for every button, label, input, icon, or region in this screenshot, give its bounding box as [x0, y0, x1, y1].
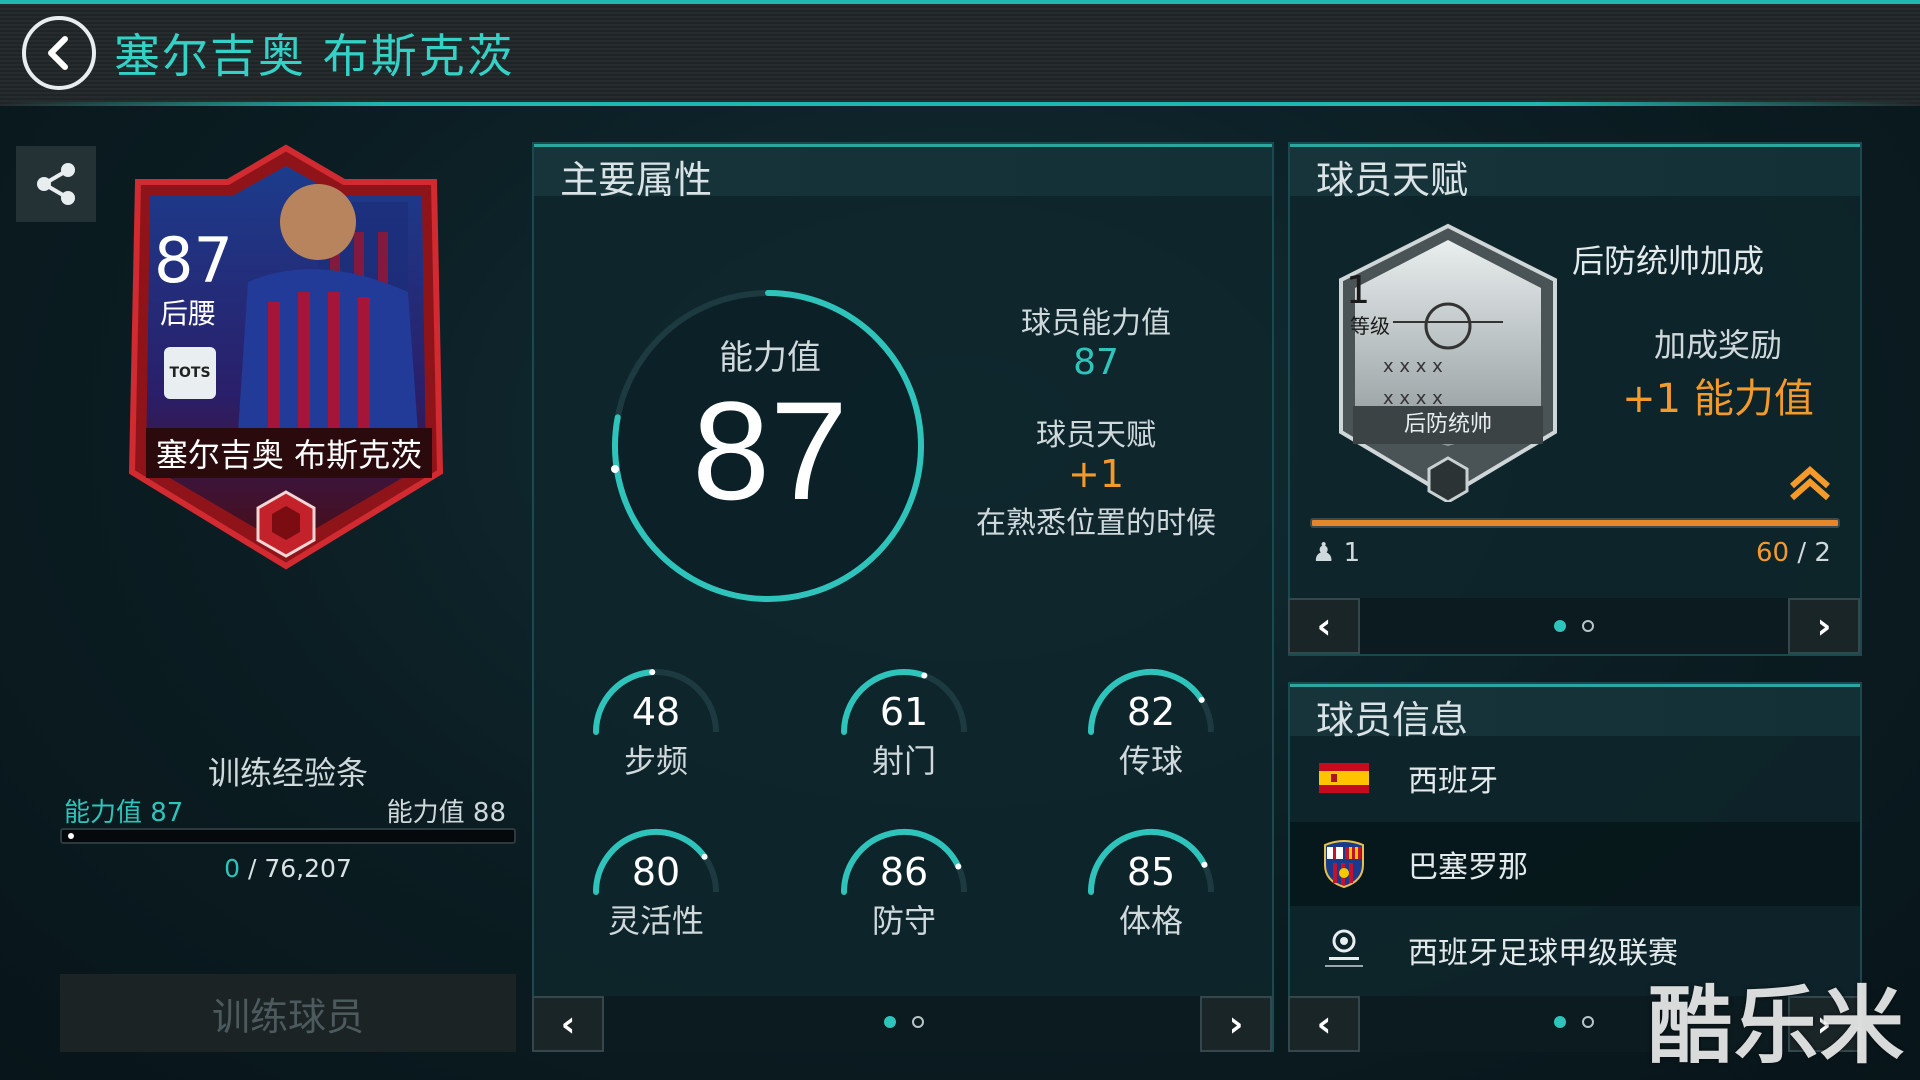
talent-level-value: 1	[1343, 538, 1361, 568]
talent-next-button[interactable]: ›	[1788, 598, 1860, 654]
talent-progress-current: 60	[1756, 538, 1790, 568]
stat-gauge-marker	[649, 669, 656, 676]
overall-value: 87	[692, 372, 848, 529]
player-rating-label: 球员能力值	[1021, 306, 1171, 341]
stat-label: 射门	[871, 742, 936, 780]
attributes-page-dots	[884, 1016, 924, 1028]
talent-progress-separator: /	[1789, 538, 1815, 568]
training-progress-bar	[60, 828, 516, 844]
laliga-logo-icon	[1314, 925, 1374, 975]
stat-passing: 82 传球	[1081, 664, 1221, 784]
talent-prev-button[interactable]: ‹	[1288, 598, 1360, 654]
stat-value: 86	[879, 850, 929, 894]
chevron-left-icon: ‹	[1316, 1003, 1332, 1045]
club-name: 巴塞罗那	[1408, 850, 1528, 885]
training-title: 训练经验条	[207, 754, 368, 792]
stat-value: 80	[631, 850, 681, 894]
info-row-club[interactable]: 巴塞罗那	[1290, 822, 1860, 906]
stat-label: 灵活性	[607, 902, 704, 940]
attributes-header: 主要属性	[534, 144, 1272, 202]
top-bar-divider	[0, 102, 1920, 106]
talent-bonus-label: 加成奖励	[1653, 326, 1782, 364]
talent-progress-bar	[1310, 518, 1840, 528]
training-xp-separator: /	[240, 854, 265, 883]
stat-agility: 80 灵活性	[586, 824, 726, 944]
talent-level-left: ♟ 1	[1312, 538, 1360, 568]
barcelona-crest-icon	[1314, 839, 1374, 889]
training-progress-marker	[68, 833, 74, 839]
talent-page-dots	[1554, 620, 1594, 632]
attributes-prev-button[interactable]: ‹	[532, 996, 604, 1052]
chevron-left-icon: ‹	[560, 1003, 576, 1045]
stat-defending: 86 防守	[834, 824, 974, 944]
back-button[interactable]	[22, 16, 96, 90]
talent-progress-total: 2	[1814, 538, 1831, 568]
stat-pace: 48 步频	[586, 664, 726, 784]
page-dot-active[interactable]	[1554, 620, 1566, 632]
talent-progress-value: 60 / 2	[1756, 538, 1831, 568]
attributes-next-button[interactable]: ›	[1200, 996, 1272, 1052]
page-dot-active[interactable]	[1554, 1016, 1566, 1028]
training-next-rating: 能力值 88	[386, 798, 506, 828]
stat-value: 48	[631, 690, 681, 734]
info-row-nation[interactable]: 西班牙	[1290, 736, 1860, 820]
tots-badge-icon: TOTS	[164, 347, 216, 399]
spain-flag-icon	[1314, 753, 1374, 803]
train-player-button[interactable]: 训练球员	[60, 974, 516, 1052]
stat-label: 步频	[623, 742, 688, 780]
training-xp-current: 0	[224, 854, 241, 883]
stat-physical: 85 体格	[1081, 824, 1221, 944]
info-page-dots	[1554, 1016, 1594, 1028]
league-name: 西班牙足球甲级联赛	[1408, 936, 1678, 971]
talent-name: 后防统帅加成	[1572, 242, 1765, 280]
stat-value: 85	[1126, 850, 1176, 894]
talent-badge-level: 1	[1346, 268, 1371, 312]
player-talent-condition: 在熟悉位置的时候	[976, 506, 1216, 541]
training-progress-value: 0 / 76,207	[0, 854, 576, 883]
card-position: 后腰	[160, 297, 217, 330]
stat-label: 传球	[1118, 742, 1183, 780]
card-rating: 87	[154, 224, 233, 297]
player-rating-value: 87	[1073, 342, 1119, 383]
chevron-left-icon	[48, 36, 68, 70]
talent-badge-icon: x x x x x x x x	[1339, 223, 1557, 502]
page-dot[interactable]	[1582, 1016, 1594, 1028]
page-dot-active[interactable]	[884, 1016, 896, 1028]
chevron-right-icon: ›	[1228, 1003, 1244, 1045]
attributes-title: 主要属性	[560, 158, 713, 202]
training-current-rating: 能力值 87	[64, 798, 184, 828]
talent-badge-level-label: 等级	[1350, 314, 1390, 338]
page-dot[interactable]	[1582, 620, 1594, 632]
stat-label: 体格	[1118, 902, 1183, 940]
info-prev-button[interactable]: ‹	[1288, 996, 1360, 1052]
stat-label: 防守	[871, 902, 936, 940]
share-button[interactable]	[16, 146, 96, 222]
player-talent-label: 球员天赋	[1036, 418, 1156, 453]
card-player-name: 塞尔吉奥 布斯克茨	[146, 428, 432, 478]
player-card[interactable]: 87 后腰 TOTS 塞尔吉奥 布斯克茨	[118, 142, 454, 572]
overall-ring-marker	[611, 465, 619, 473]
stat-gauge-marker	[921, 672, 928, 679]
user-icon: ♟	[1312, 538, 1336, 568]
chevron-left-icon: ‹	[1316, 605, 1332, 647]
nation-name: 西班牙	[1408, 764, 1498, 799]
info-header: 球员信息	[1290, 684, 1860, 742]
player-talent-value: +1	[1067, 452, 1125, 496]
page-title: 塞尔吉奥 布斯克茨	[114, 29, 515, 83]
talent-header: 球员天赋	[1290, 144, 1860, 202]
training-xp-total: 76,207	[264, 854, 352, 883]
talent-bonus-value: +1 能力值	[1622, 376, 1814, 422]
chevron-up-icon[interactable]	[1788, 466, 1832, 502]
stat-value: 61	[879, 690, 929, 734]
share-icon	[37, 163, 75, 205]
stat-shooting: 61 射门	[834, 664, 974, 784]
chevron-right-icon: ›	[1816, 605, 1832, 647]
page-dot[interactable]	[912, 1016, 924, 1028]
talent-title: 球员天赋	[1316, 158, 1469, 202]
talent-badge-name: 后防统帅	[1403, 412, 1492, 437]
svg-text:x x x x: x x x x	[1383, 356, 1443, 377]
stat-value: 82	[1126, 690, 1176, 734]
watermark: 酷乐米	[1647, 977, 1906, 1075]
